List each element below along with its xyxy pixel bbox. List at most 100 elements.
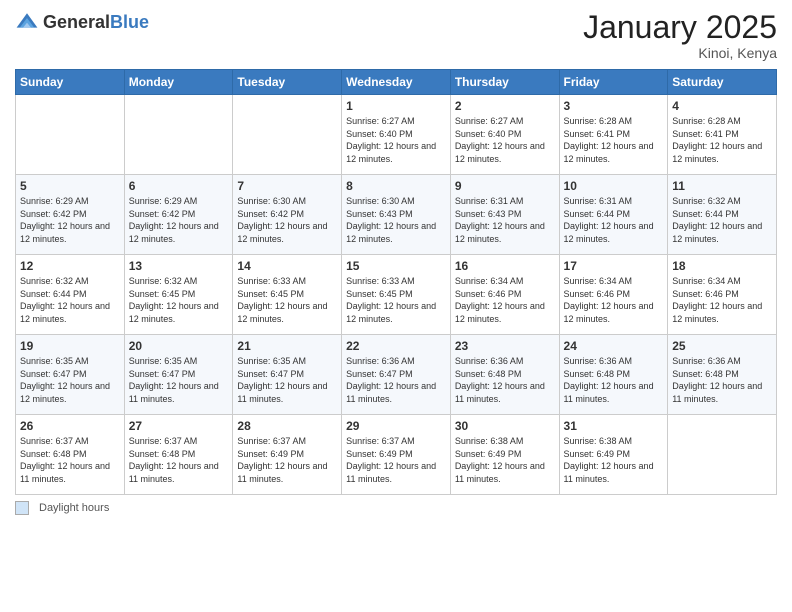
calendar-cell: 7Sunrise: 6:30 AMSunset: 6:42 PMDaylight… — [233, 175, 342, 255]
calendar-cell: 3 Sunrise: 6:28 AMSunset: 6:41 PMDaylight… — [559, 95, 668, 175]
calendar-week-2: 5 Sunrise: 6:29 AMSunset: 6:42 PMDaylight… — [16, 175, 777, 255]
calendar-cell: 21Sunrise: 6:35 AMSunset: 6:47 PMDayligh… — [233, 335, 342, 415]
day-number: 10 — [564, 179, 664, 193]
day-number: 9 — [455, 179, 555, 193]
calendar-header-row: Sunday Monday Tuesday Wednesday Thursday… — [16, 70, 777, 95]
day-info: Sunrise: 6:30 AMSunset: 6:42 PMDaylight:… — [237, 195, 337, 245]
calendar-cell: 22Sunrise: 6:36 AMSunset: 6:47 PMDayligh… — [342, 335, 451, 415]
calendar-cell: 6 Sunrise: 6:29 AMSunset: 6:42 PMDaylight… — [124, 175, 233, 255]
calendar-cell: 13Sunrise: 6:32 AMSunset: 6:45 PMDayligh… — [124, 255, 233, 335]
logo-blue: Blue — [110, 12, 149, 32]
col-saturday: Saturday — [668, 70, 777, 95]
day-info: Sunrise: 6:36 AMSunset: 6:48 PMDaylight:… — [455, 355, 555, 405]
day-number: 30 — [455, 419, 555, 433]
day-info: Sunrise: 6:36 AMSunset: 6:48 PMDaylight:… — [564, 355, 664, 405]
calendar-cell: 17 Sunrise: 6:34 AMSunset: 6:46 PMDayligh… — [559, 255, 668, 335]
calendar-cell: 27Sunrise: 6:37 AMSunset: 6:48 PMDayligh… — [124, 415, 233, 495]
day-number: 18 — [672, 259, 772, 273]
day-info: Sunrise: 6:35 AMSunset: 6:47 PMDaylight:… — [20, 355, 120, 405]
day-info: Sunrise: 6:34 AMSunset: 6:46 PMDaylight:… — [564, 275, 664, 325]
month-title: January 2025 — [583, 10, 777, 45]
day-info: Sunrise: 6:32 AMSunset: 6:44 PMDaylight:… — [672, 195, 772, 245]
calendar-cell: 26 Sunrise: 6:37 AMSunset: 6:48 PMDayligh… — [16, 415, 125, 495]
day-number: 6 — [129, 179, 229, 193]
day-number: 26 — [20, 419, 120, 433]
calendar-cell: 12 Sunrise: 6:32 AMSunset: 6:44 PMDayligh… — [16, 255, 125, 335]
calendar-week-4: 19 Sunrise: 6:35 AMSunset: 6:47 PMDayligh… — [16, 335, 777, 415]
day-info: Sunrise: 6:28 AMSunset: 6:41 PMDaylight:… — [672, 115, 772, 165]
day-info: Sunrise: 6:38 AMSunset: 6:49 PMDaylight:… — [455, 435, 555, 485]
calendar-cell: 18 Sunrise: 6:34 AMSunset: 6:46 PMDayligh… — [668, 255, 777, 335]
day-info: Sunrise: 6:29 AMSunset: 6:42 PMDaylight:… — [20, 195, 120, 245]
day-number: 3 — [564, 99, 664, 113]
daylight-box — [15, 501, 29, 515]
calendar-cell: 19 Sunrise: 6:35 AMSunset: 6:47 PMDayligh… — [16, 335, 125, 415]
logo-general: General — [43, 12, 110, 32]
logo-icon — [15, 10, 39, 34]
calendar-cell: 24 Sunrise: 6:36 AMSunset: 6:48 PMDayligh… — [559, 335, 668, 415]
col-friday: Friday — [559, 70, 668, 95]
footer: Daylight hours — [15, 501, 777, 515]
day-info: Sunrise: 6:35 AMSunset: 6:47 PMDaylight:… — [129, 355, 229, 405]
day-number: 29 — [346, 419, 446, 433]
calendar-cell: 2 Sunrise: 6:27 AMSunset: 6:40 PMDaylight… — [450, 95, 559, 175]
day-info: Sunrise: 6:33 AMSunset: 6:45 PMDaylight:… — [237, 275, 337, 325]
day-number: 21 — [237, 339, 337, 353]
daylight-label: Daylight hours — [39, 502, 109, 514]
calendar-cell: 29Sunrise: 6:37 AMSunset: 6:49 PMDayligh… — [342, 415, 451, 495]
calendar-table: Sunday Monday Tuesday Wednesday Thursday… — [15, 69, 777, 495]
day-info: Sunrise: 6:27 AMSunset: 6:40 PMDaylight:… — [455, 115, 555, 165]
day-number: 5 — [20, 179, 120, 193]
calendar-week-1: 1Sunrise: 6:27 AMSunset: 6:40 PMDaylight… — [16, 95, 777, 175]
calendar-cell: 14 Sunrise: 6:33 AMSunset: 6:45 PMDayligh… — [233, 255, 342, 335]
day-number: 24 — [564, 339, 664, 353]
day-number: 28 — [237, 419, 337, 433]
day-info: Sunrise: 6:31 AMSunset: 6:43 PMDaylight:… — [455, 195, 555, 245]
day-number: 2 — [455, 99, 555, 113]
day-info: Sunrise: 6:30 AMSunset: 6:43 PMDaylight:… — [346, 195, 446, 245]
col-thursday: Thursday — [450, 70, 559, 95]
day-number: 11 — [672, 179, 772, 193]
day-number: 12 — [20, 259, 120, 273]
col-sunday: Sunday — [16, 70, 125, 95]
logo: GeneralBlue — [15, 10, 149, 34]
location-subtitle: Kinoi, Kenya — [583, 45, 777, 61]
calendar-cell: 20Sunrise: 6:35 AMSunset: 6:47 PMDayligh… — [124, 335, 233, 415]
page-container: GeneralBlue January 2025 Kinoi, Kenya Su… — [0, 0, 792, 525]
calendar-cell: 9 Sunrise: 6:31 AMSunset: 6:43 PMDaylight… — [450, 175, 559, 255]
day-info: Sunrise: 6:37 AMSunset: 6:48 PMDaylight:… — [20, 435, 120, 485]
header: GeneralBlue January 2025 Kinoi, Kenya — [15, 10, 777, 61]
day-number: 15 — [346, 259, 446, 273]
day-info: Sunrise: 6:34 AMSunset: 6:46 PMDaylight:… — [455, 275, 555, 325]
day-info: Sunrise: 6:34 AMSunset: 6:46 PMDaylight:… — [672, 275, 772, 325]
day-info: Sunrise: 6:29 AMSunset: 6:42 PMDaylight:… — [129, 195, 229, 245]
day-number: 19 — [20, 339, 120, 353]
calendar-cell — [124, 95, 233, 175]
title-block: January 2025 Kinoi, Kenya — [583, 10, 777, 61]
day-info: Sunrise: 6:36 AMSunset: 6:47 PMDaylight:… — [346, 355, 446, 405]
calendar-cell: 25Sunrise: 6:36 AMSunset: 6:48 PMDayligh… — [668, 335, 777, 415]
calendar-cell: 31Sunrise: 6:38 AMSunset: 6:49 PMDayligh… — [559, 415, 668, 495]
day-info: Sunrise: 6:37 AMSunset: 6:48 PMDaylight:… — [129, 435, 229, 485]
day-number: 23 — [455, 339, 555, 353]
calendar-cell — [233, 95, 342, 175]
day-info: Sunrise: 6:32 AMSunset: 6:45 PMDaylight:… — [129, 275, 229, 325]
day-number: 14 — [237, 259, 337, 273]
calendar-cell: 8Sunrise: 6:30 AMSunset: 6:43 PMDaylight… — [342, 175, 451, 255]
calendar-cell — [668, 415, 777, 495]
calendar-week-3: 12 Sunrise: 6:32 AMSunset: 6:44 PMDayligh… — [16, 255, 777, 335]
col-tuesday: Tuesday — [233, 70, 342, 95]
calendar-cell — [16, 95, 125, 175]
calendar-cell: 28 Sunrise: 6:37 AMSunset: 6:49 PMDayligh… — [233, 415, 342, 495]
day-info: Sunrise: 6:28 AMSunset: 6:41 PMDaylight:… — [564, 115, 664, 165]
day-info: Sunrise: 6:37 AMSunset: 6:49 PMDaylight:… — [237, 435, 337, 485]
calendar-cell: 1Sunrise: 6:27 AMSunset: 6:40 PMDaylight… — [342, 95, 451, 175]
day-info: Sunrise: 6:33 AMSunset: 6:45 PMDaylight:… — [346, 275, 446, 325]
day-info: Sunrise: 6:36 AMSunset: 6:48 PMDaylight:… — [672, 355, 772, 405]
day-info: Sunrise: 6:32 AMSunset: 6:44 PMDaylight:… — [20, 275, 120, 325]
calendar-cell: 4Sunrise: 6:28 AMSunset: 6:41 PMDaylight… — [668, 95, 777, 175]
col-monday: Monday — [124, 70, 233, 95]
day-number: 17 — [564, 259, 664, 273]
calendar-cell: 5 Sunrise: 6:29 AMSunset: 6:42 PMDaylight… — [16, 175, 125, 255]
calendar-cell: 30 Sunrise: 6:38 AMSunset: 6:49 PMDayligh… — [450, 415, 559, 495]
